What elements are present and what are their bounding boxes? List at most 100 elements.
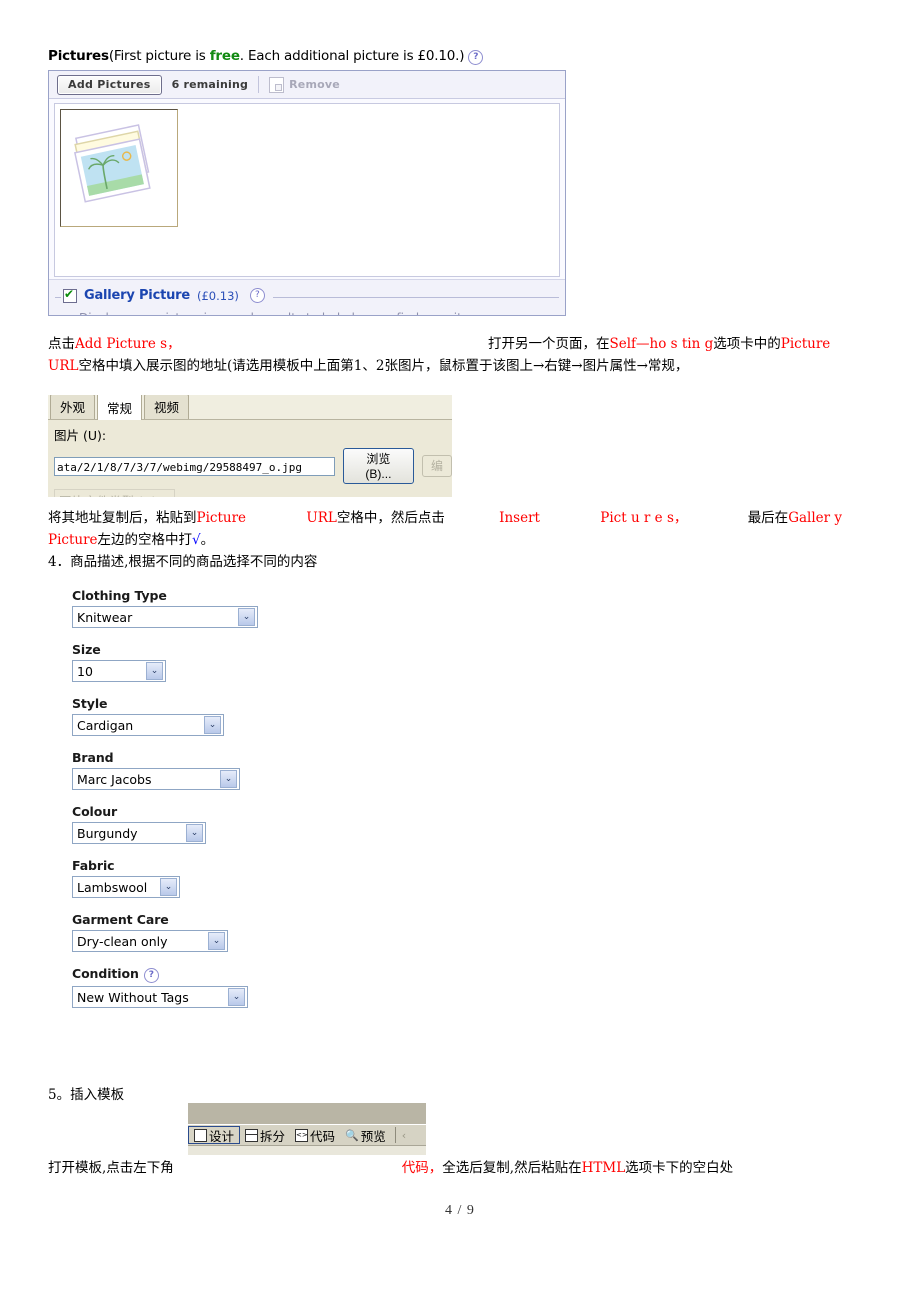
view-button-code-label: 代码 — [310, 1128, 336, 1144]
split-icon — [245, 1128, 259, 1142]
pictures-title-bold: Pictures — [48, 48, 109, 64]
select-brand-value: Marc Jacobs — [77, 771, 152, 787]
view-button-preview-label: 预览 — [360, 1128, 386, 1144]
line3-red-gallery: Galler y — [788, 510, 843, 526]
clothing-attributes-form: Clothing Type Knitwear ⌄ Size 10 ⌄ Style… — [72, 588, 258, 1022]
line7-red-html: HTML — [581, 1160, 626, 1176]
add-pictures-button[interactable]: Add Pictures — [57, 74, 162, 95]
help-icon[interactable]: ? — [468, 50, 484, 65]
pictures-box: Add Pictures 6 remaining Remove ✔ Galler… — [48, 70, 566, 316]
line7-red-code: 代码， — [401, 1160, 443, 1176]
view-button-design-label: 设计 — [209, 1128, 235, 1144]
field-size: Size 10 ⌄ — [72, 642, 258, 682]
select-fabric-value: Lambswool — [77, 879, 148, 895]
select-size-value: 10 — [77, 663, 93, 679]
line7-cn-c: 选项卡下的空白处 — [625, 1160, 734, 1176]
chevron-down-icon: ⌄ — [208, 932, 225, 950]
select-garment-care[interactable]: Dry-clean only ⌄ — [72, 930, 228, 952]
line1-red-add-pictures: Add Picture s， — [75, 336, 181, 352]
pictures-panel-title: Pictures(First picture is free. Each add… — [48, 48, 568, 67]
line3-red-picture: Picture — [196, 510, 247, 526]
line1-red-self-hosting: Self—ho s tin g — [609, 336, 714, 352]
view-button-preview[interactable]: 🔍 预览 — [340, 1126, 391, 1144]
chevron-down-icon: ⌄ — [204, 716, 221, 734]
pictures-title-rest-1: (First picture is — [108, 48, 210, 64]
remove-button-label: Remove — [289, 78, 340, 91]
line1-red-picture: Picture — [780, 336, 831, 352]
field-clothing-type: Clothing Type Knitwear ⌄ — [72, 588, 258, 628]
line1-cn-open-page: 打开另一个页面，在 — [488, 336, 610, 352]
picture-thumbnail-slot[interactable] — [60, 109, 178, 227]
preview-icon: 🔍 — [345, 1128, 359, 1142]
select-colour[interactable]: Burgundy ⌄ — [72, 822, 206, 844]
ebay-pictures-panel: Pictures(First picture is free. Each add… — [48, 48, 568, 320]
view-button-code[interactable]: <> 代码 — [290, 1126, 340, 1144]
instruction-line-2: URL空格中填入展示图的地址(请选用模板中上面第1、2张图片，鼠标置于该图上→右… — [48, 356, 918, 377]
toolbar-divider — [258, 76, 260, 93]
tab-appearance[interactable]: 外观 — [50, 395, 96, 419]
label-size: Size — [72, 642, 101, 657]
select-clothing-type-value: Knitwear — [77, 609, 133, 625]
label-colour: Colour — [72, 804, 118, 819]
toolbar-bottom-edge — [188, 1145, 426, 1155]
design-icon — [194, 1128, 207, 1142]
select-condition-value: New Without Tags — [77, 989, 189, 1005]
instruction-line-7: 打开模板,点击左下角 代码，全选后复制,然后粘贴在HTML选项卡下的空白处 — [48, 1158, 733, 1179]
view-buttons-strip: 设计 拆分 <> 代码 🔍 预览 ‹ — [188, 1124, 426, 1145]
field-garment-care: Garment Care Dry-clean only ⌄ — [72, 912, 258, 952]
instruction-line-3: 将其地址复制后，粘贴到Picture URL空格中，然后点击 Insert Pi… — [48, 508, 918, 529]
dreamweaver-view-toolbar: 设计 拆分 <> 代码 🔍 预览 ‹ — [188, 1103, 426, 1155]
instruction-line-4: Picture左边的空格中打√。 — [48, 530, 648, 551]
line4-check-mark: √ — [192, 532, 201, 548]
picture-placeholder-icon — [73, 124, 151, 203]
code-icon: <> — [295, 1128, 309, 1142]
line3-cn-b: 空格中，然后点击 — [336, 510, 445, 526]
instruction-line-1: 点击Add Picture s， 打开另一个页面，在Self—ho s tin … — [48, 334, 908, 355]
line3-cn-c: 最后在 — [747, 510, 789, 526]
gallery-picture-row: Gallery Picture (£0.13) ? Display your p… — [49, 279, 565, 315]
chevron-down-icon: ⌄ — [220, 770, 237, 788]
tab-general[interactable]: 常规 — [97, 395, 143, 420]
label-clothing-type: Clothing Type — [72, 588, 167, 603]
line1-cn-tab: 选项卡中的 — [713, 336, 781, 352]
instruction-line-6: 5。插入模板 — [48, 1087, 125, 1103]
line7-cn-b: 全选后复制,然后粘贴在 — [442, 1160, 582, 1176]
select-clothing-type[interactable]: Knitwear ⌄ — [72, 606, 258, 628]
gallery-picture-description: Display your picture in search results t… — [79, 311, 485, 315]
condition-help-icon[interactable]: ? — [143, 968, 159, 983]
page-number: 4 / 9 — [445, 1203, 475, 1218]
select-condition[interactable]: New Without Tags ⌄ — [72, 986, 248, 1008]
dialog-tabs: 外观 常规 视频 — [48, 395, 452, 420]
remove-button[interactable]: Remove — [269, 76, 340, 93]
select-style[interactable]: Cardigan ⌄ — [72, 714, 224, 736]
field-style: Style Cardigan ⌄ — [72, 696, 258, 736]
select-garment-care-value: Dry-clean only — [77, 933, 168, 949]
tab-video[interactable]: 视频 — [144, 395, 190, 419]
gallery-picture-label: Gallery Picture — [84, 288, 190, 303]
toolbar-separator — [394, 1127, 396, 1143]
view-button-split[interactable]: 拆分 — [240, 1126, 290, 1144]
pictures-title-rest-2: . Each additional picture is £0.10.) — [239, 48, 465, 64]
view-button-design[interactable]: 设计 — [188, 1126, 241, 1144]
browse-button[interactable]: 浏览 (B)... — [342, 448, 414, 484]
select-size[interactable]: 10 ⌄ — [72, 660, 166, 682]
image-url-input[interactable]: ata/2/1/8/7/3/7/webimg/29588497_o.jpg — [54, 456, 335, 476]
select-fabric[interactable]: Lambswool ⌄ — [72, 876, 180, 898]
select-style-value: Cardigan — [77, 717, 134, 733]
line1-cn-prefix: 点击 — [48, 336, 75, 352]
label-style: Style — [72, 696, 108, 711]
edit-button[interactable]: 编 — [421, 455, 452, 477]
field-colour: Colour Burgundy ⌄ — [72, 804, 258, 844]
line4-cn-end: 。 — [200, 532, 215, 548]
field-fabric: Fabric Lambswool ⌄ — [72, 858, 258, 898]
instruction-line-5: 4．商品描述,根据不同的商品选择不同的内容 — [48, 554, 318, 570]
line3-cn-a: 将其地址复制后，粘贴到 — [48, 510, 197, 526]
chevron-left-icon[interactable]: ‹ — [400, 1129, 406, 1142]
gallery-picture-checkbox[interactable] — [63, 287, 77, 303]
select-brand[interactable]: Marc Jacobs ⌄ — [72, 768, 240, 790]
image-properties-dialog: 外观 常规 视频 图片 (U): ata/2/1/8/7/3/7/webimg/… — [48, 395, 452, 497]
line4-cn: 左边的空格中打 — [97, 532, 193, 548]
gallery-picture-price: (£0.13) — [196, 288, 239, 303]
chevron-down-icon: ⌄ — [186, 824, 203, 842]
gallery-help-icon[interactable]: ? — [249, 288, 265, 303]
